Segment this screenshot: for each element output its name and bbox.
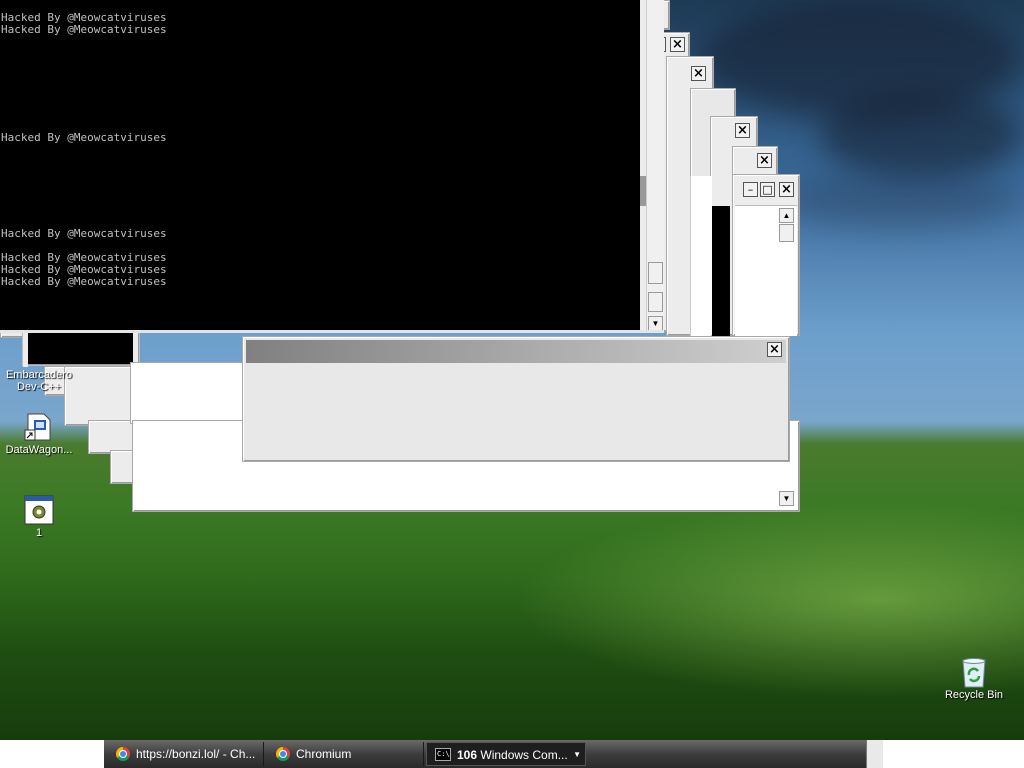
close-button[interactable]: × [691, 66, 706, 81]
close-button[interactable]: × [670, 37, 685, 52]
close-button[interactable]: × [779, 182, 794, 197]
desktop-icon-1[interactable]: 1 [1, 495, 77, 539]
taskbar-button-label: Windows Com... [480, 748, 568, 762]
dialog-window-12[interactable] [88, 420, 138, 454]
chromium-icon [116, 747, 130, 761]
close-button[interactable]: × [735, 123, 750, 138]
taskbar-scroll-handle[interactable] [866, 740, 883, 768]
console-line: Hacked By @Meowcatviruses [1, 275, 167, 288]
console-scrollbar[interactable]: ▼ [646, 0, 664, 332]
desktop-icon-label: Recycle Bin [944, 689, 1004, 701]
scroll-thumb[interactable] [779, 224, 794, 242]
error-dialog[interactable]: × [242, 336, 790, 462]
scroll-down-button[interactable]: ▼ [648, 316, 663, 331]
dropdown-arrow-icon: ▼ [573, 750, 581, 759]
console-window-edge [640, 176, 646, 206]
desktop-icon-recycle-bin[interactable]: Recycle Bin [936, 657, 1012, 701]
console-window[interactable]: Hacked By @Meowcatviruses Hacked By @Meow… [0, 0, 662, 330]
taskbar-button-bonzi[interactable]: https://bonzi.lol/ - Ch... [106, 742, 264, 766]
taskbar-strip: https://bonzi.lol/ - Ch... Chromium C:\ … [104, 740, 883, 768]
console-line: Hacked By @Meowcatviruses [1, 131, 167, 144]
minimize-button[interactable]: – [743, 182, 758, 197]
close-button[interactable]: × [757, 153, 772, 168]
console-line: Hacked By @Meowcatviruses [1, 23, 167, 36]
scroll-down-button[interactable]: ▼ [779, 491, 794, 506]
taskbar-button-label: Chromium [296, 747, 352, 761]
dialog-window-7[interactable]: – □ × ▲ [732, 174, 800, 336]
close-button[interactable]: × [767, 342, 782, 357]
cmd-icon: C:\ [435, 748, 451, 761]
console-window-edge [640, 0, 646, 332]
desktop-icon-datawagon[interactable]: DataWagon... [1, 412, 77, 456]
scroll-up-button[interactable]: ▲ [779, 208, 794, 223]
desktop[interactable]: × □ × ▲ × × ▲ × – □ × ▲ [0, 0, 1024, 740]
desktop-icon-label: 1 [35, 527, 43, 539]
desktop-icon-label: DataWagon... [5, 444, 73, 456]
window-content [712, 206, 730, 336]
window-content [690, 176, 711, 336]
dialog-window-14[interactable] [130, 362, 250, 424]
shortcut-file-icon [24, 412, 54, 442]
taskbar-button-label: https://bonzi.lol/ - Ch... [136, 747, 256, 761]
maximize-button[interactable]: □ [760, 182, 775, 197]
scroll-thumb[interactable] [648, 262, 663, 284]
desktop-icon-devcpp[interactable]: Embarcadero Dev-C++ [1, 367, 77, 393]
taskbar-group-count: 106 [457, 748, 478, 762]
console-line: Hacked By @Meowcatviruses [1, 227, 167, 240]
taskbar: https://bonzi.lol/ - Ch... Chromium C:\ … [0, 740, 1024, 768]
chromium-icon [276, 747, 290, 761]
desktop-icon-label: Embarcadero Dev-C++ [5, 369, 73, 393]
recycle-bin-icon [959, 657, 989, 688]
taskbar-button-chromium[interactable]: Chromium [266, 742, 424, 766]
taskbar-group-windows-command[interactable]: C:\ 106 Windows Com... ▼ [426, 742, 586, 766]
dialog-title-bar[interactable] [246, 340, 786, 363]
console-bottom-border [0, 330, 664, 333]
program-gear-icon [24, 495, 54, 525]
window-content[interactable]: ▲ [735, 205, 797, 336]
scroll-thumb[interactable] [648, 292, 663, 312]
